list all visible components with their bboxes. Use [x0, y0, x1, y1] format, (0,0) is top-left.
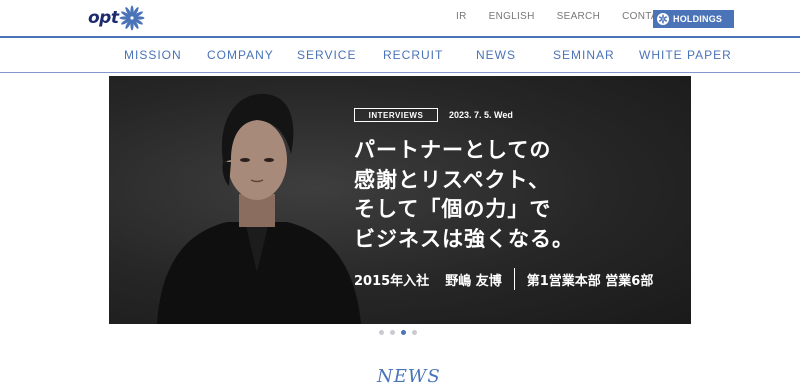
- nav-recruit[interactable]: RECRUIT: [383, 48, 443, 62]
- nav-divider: [0, 72, 800, 73]
- interviews-tag: INTERVIEWS: [354, 108, 438, 122]
- news-section-heading: NEWS: [377, 366, 441, 387]
- hero-headline: パートナーとしての 感謝とリスペクト、 そして「個の力」で ビジネスは強くなる。: [354, 136, 684, 254]
- post-date: 2023. 7. 5. Wed: [449, 110, 513, 120]
- logo-star-icon: [119, 5, 145, 31]
- top-bar: opt IR ENGLISH SEARCH CONTACT HOLDINGS: [0, 0, 800, 36]
- person-name: 野嶋 友博: [445, 273, 502, 289]
- headline-line-1: パートナーとしての: [354, 138, 552, 162]
- holdings-label: HOLDINGS: [673, 14, 723, 24]
- main-nav: MISSION COMPANY SERVICE RECRUIT NEWS SEM…: [0, 38, 800, 72]
- meta-divider: [513, 268, 515, 290]
- department: 第1営業本部 営業6部: [526, 273, 654, 289]
- holdings-button[interactable]: HOLDINGS: [653, 10, 734, 28]
- util-link-english[interactable]: ENGLISH: [489, 11, 535, 22]
- join-year: 2015年入社: [354, 273, 430, 289]
- hero-banner[interactable]: INTERVIEWS 2023. 7. 5. Wed パートナーとしての 感謝と…: [109, 76, 691, 324]
- nav-service[interactable]: SERVICE: [297, 48, 356, 62]
- carousel-dot-2[interactable]: [390, 330, 395, 335]
- nav-mission[interactable]: MISSION: [124, 48, 182, 62]
- util-link-ir[interactable]: IR: [456, 11, 467, 22]
- carousel-dot-3[interactable]: [401, 330, 406, 335]
- nav-news[interactable]: NEWS: [476, 48, 516, 62]
- carousel-dot-1[interactable]: [379, 330, 384, 335]
- nav-seminar[interactable]: SEMINAR: [553, 48, 615, 62]
- headline-line-3: そして「個の力」で: [354, 197, 552, 221]
- carousel-dots: [379, 330, 423, 335]
- carousel-dot-4[interactable]: [412, 330, 417, 335]
- opt-logo[interactable]: opt: [88, 5, 145, 31]
- logo-text: opt: [88, 8, 119, 28]
- interviewee-photo: [157, 93, 361, 324]
- holdings-logo-icon: [657, 13, 669, 25]
- headline-line-2: 感謝とリスペクト、: [354, 167, 551, 192]
- interviewee-meta: 2015年入社 野嶋 友博 第1営業本部 営業6部: [354, 268, 653, 290]
- nav-company[interactable]: COMPANY: [207, 48, 274, 62]
- util-link-search[interactable]: SEARCH: [557, 11, 600, 22]
- nav-white-paper[interactable]: WHITE PAPER: [639, 48, 732, 62]
- headline-line-4: ビジネスは強くなる。: [354, 226, 574, 251]
